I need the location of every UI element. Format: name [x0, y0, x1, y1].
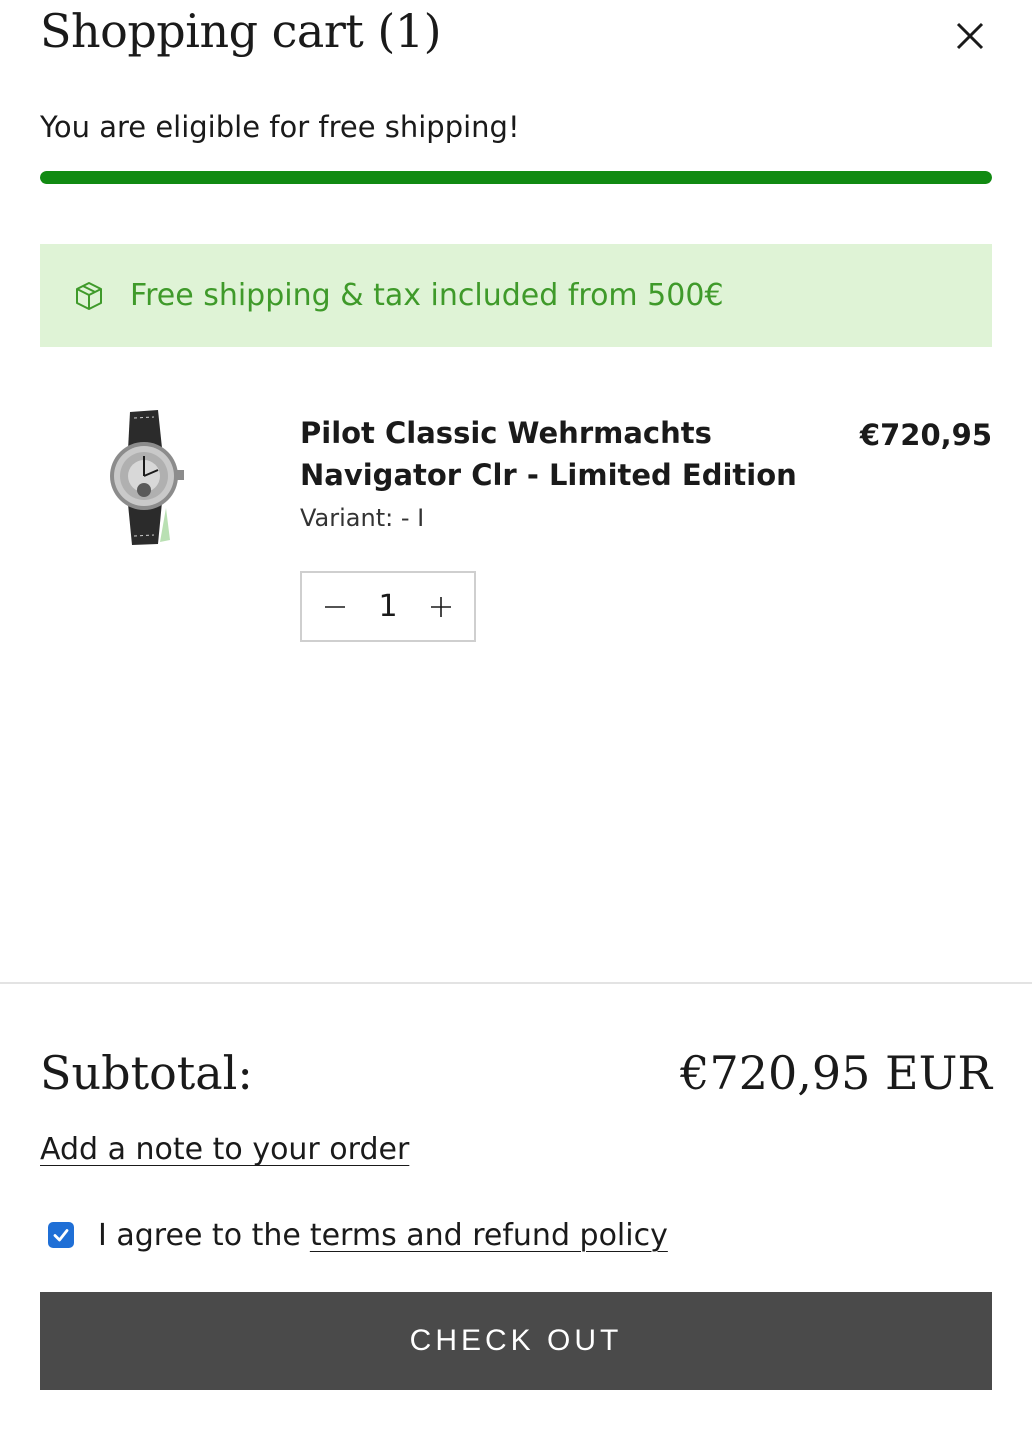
- cart-item: Pilot Classic Wehrmachts Navigator Clr -…: [40, 398, 992, 658]
- subtotal-label: Subtotal:: [40, 1046, 253, 1100]
- shipping-progress-bar: [40, 171, 992, 184]
- minus-icon: [325, 605, 345, 608]
- add-note-link[interactable]: Add a note to your order: [40, 1132, 409, 1167]
- package-icon: [76, 281, 102, 310]
- watch-image: [110, 410, 184, 545]
- checkout-button[interactable]: CHECK OUT: [40, 1292, 992, 1390]
- close-button[interactable]: [950, 16, 990, 56]
- cart-header: Shopping cart (1): [40, 0, 992, 74]
- subtotal-value: €720,95 EUR: [680, 1046, 992, 1100]
- free-shipping-banner: Free shipping & tax included from 500€: [40, 244, 992, 347]
- decrease-quantity-button[interactable]: [302, 573, 368, 640]
- free-shipping-message: You are eligible for free shipping!: [40, 110, 520, 144]
- footer-divider: [0, 982, 1032, 984]
- checkmark-icon: [53, 1229, 69, 1242]
- product-variant: Variant: - I: [300, 504, 425, 532]
- agree-text: I agree to the: [98, 1217, 301, 1253]
- terms-refund-policy-link[interactable]: terms and refund policy: [310, 1218, 668, 1253]
- cart-title: Shopping cart (1): [40, 4, 442, 58]
- product-image[interactable]: [100, 408, 190, 546]
- increase-quantity-button[interactable]: [408, 573, 474, 640]
- banner-text: Free shipping & tax included from 500€: [130, 278, 724, 313]
- quantity-stepper: 1: [300, 571, 476, 642]
- plus-icon: [431, 596, 451, 617]
- product-name[interactable]: Pilot Classic Wehrmachts Navigator Clr -…: [300, 412, 820, 496]
- close-icon: [956, 22, 984, 50]
- quantity-input[interactable]: 1: [368, 589, 408, 624]
- product-price: €720,95: [859, 418, 992, 452]
- terms-agreement: I agree to the terms and refund policy: [48, 1214, 668, 1256]
- shipping-progress-fill: [40, 171, 992, 184]
- terms-checkbox[interactable]: [48, 1222, 74, 1248]
